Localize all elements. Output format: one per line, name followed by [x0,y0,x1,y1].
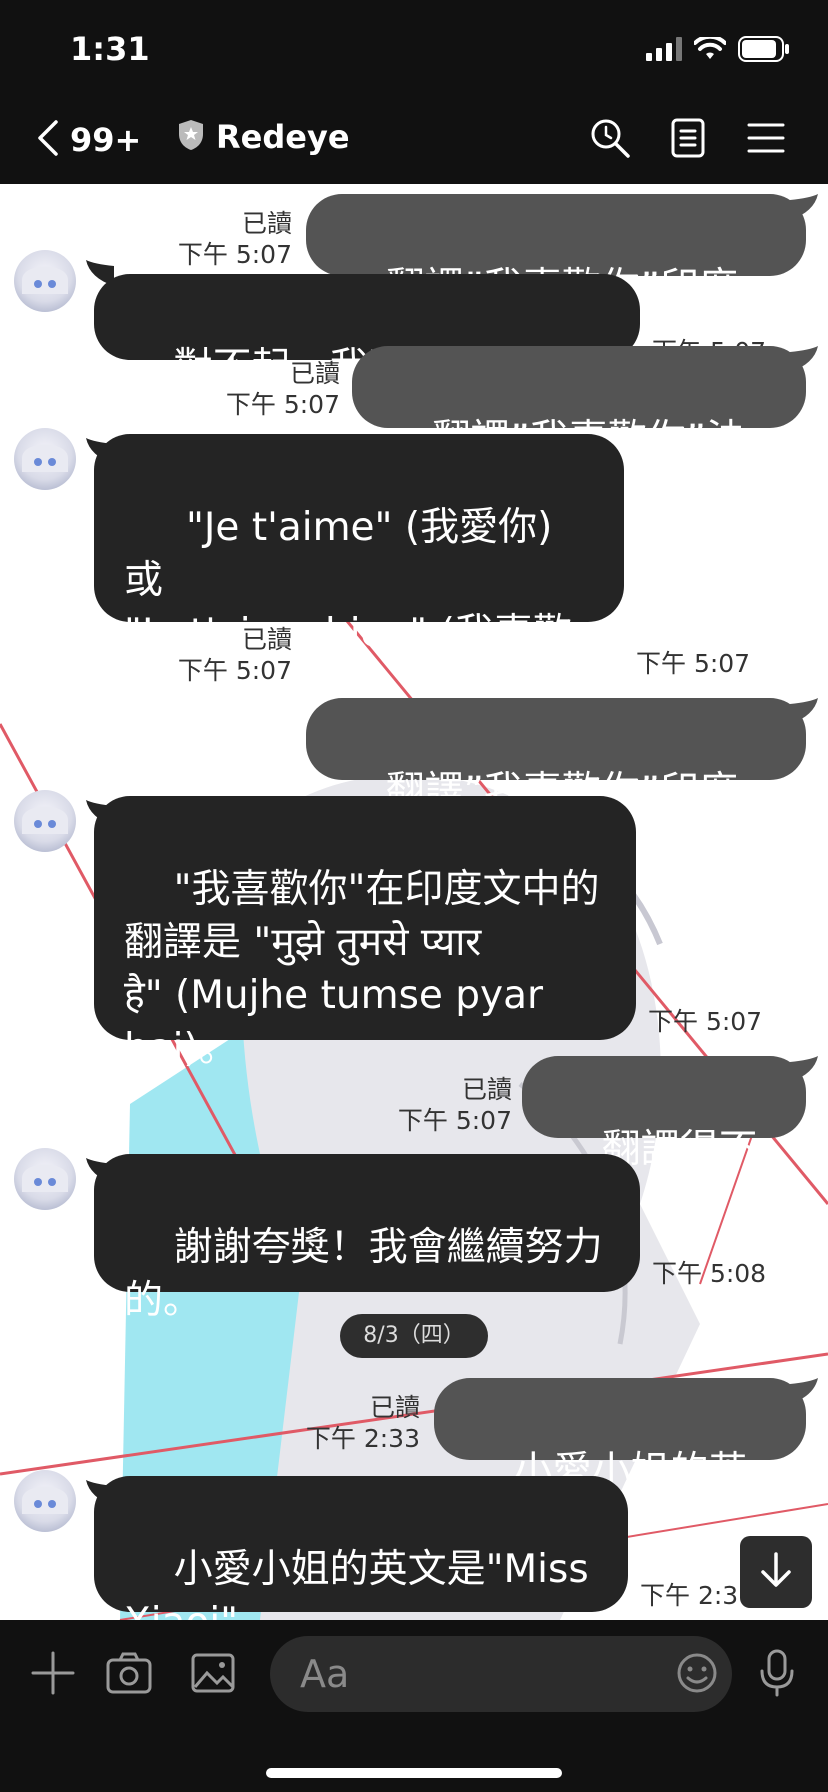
bubble-tail [790,346,818,372]
gallery-button[interactable] [188,1650,238,1700]
battery-icon [738,36,790,66]
menu-button[interactable] [744,118,788,162]
chat-header: 99+ Redeye [0,100,828,184]
message-text: 小愛小姐的英文是"Miss Xiaoi"。 [124,1547,589,1620]
avatar[interactable] [14,250,76,312]
sent-message-bubble[interactable]: 翻譯”我喜歡你”印度文 [306,194,806,363]
chevron-left-icon [34,118,60,162]
avatar[interactable] [14,790,76,852]
notes-icon [671,118,705,162]
emoji-button[interactable] [672,1650,722,1700]
camera-button[interactable] [104,1650,154,1700]
message-time: 下午 5:07 [648,1007,763,1036]
home-indicator [266,1768,562,1778]
message-time: 下午 5:07 [397,1106,512,1135]
message-meta: 已讀 下午 2:33 [294,1392,420,1454]
unread-count: 99+ [70,121,142,159]
plus-icon [31,1651,75,1699]
received-message-bubble[interactable]: "Je t'aime" (我愛你) 或 "Je t'aime bien" (我喜… [94,434,624,709]
read-receipt: 已讀 [369,1393,420,1422]
message-meta: 已讀 下午 5:07 [386,1074,512,1136]
received-message-bubble[interactable]: 謝謝夸獎！我會繼續努力 的。 [94,1154,640,1323]
camera-icon [106,1652,152,1698]
received-message-bubble[interactable]: "我喜歡你"在印度文中的 翻譯是 "मुझे तुमसे प्यार है" (… [94,796,636,1071]
sent-message-bubble[interactable]: 翻譯”我喜歡你”法文 [352,346,806,515]
back-button[interactable]: 99+ [34,118,141,162]
microphone-icon [759,1649,795,1701]
scroll-to-bottom-button[interactable] [740,1536,812,1608]
received-message-bubble[interactable]: 小愛小姐的英文是"Miss Xiaoi"。 [94,1476,628,1620]
sent-message-bubble[interactable]: 小愛小姐的英文 [434,1378,806,1547]
shield-icon [176,118,206,156]
bubble-tail [790,194,818,220]
message-time: 下午 5:07 [177,240,292,269]
search-icon [589,117,631,163]
message-time: 下午 5:07 [177,656,292,685]
add-button[interactable] [28,1650,78,1700]
message-time: 下午 5:08 [652,1259,767,1288]
message-time: 下午 5:07 [225,390,340,419]
chat-title: Redeye [216,118,350,156]
sent-message-bubble[interactable]: 翻譯得不錯 [522,1056,806,1225]
message-meta: 已讀 下午 5:07 [192,358,340,420]
hamburger-menu-icon [747,122,785,158]
composer-bar [0,1620,828,1792]
read-receipt: 已讀 [289,359,340,388]
wifi-icon [693,34,727,65]
chat-area[interactable]: 已讀 下午 5:07 翻譯”我喜歡你”印度文 對不起，我不懂印度文。 下午 5:… [0,184,828,1620]
avatar[interactable] [14,428,76,490]
voice-button[interactable] [752,1649,802,1701]
read-receipt: 已讀 [461,1075,512,1104]
message-meta: 已讀 下午 5:07 [150,208,292,270]
image-icon [191,1653,235,1697]
message-input[interactable] [270,1636,732,1712]
arrow-down-icon [758,1550,794,1594]
bubble-tail [790,1056,818,1082]
search-button[interactable] [588,118,632,162]
status-icons [646,34,790,66]
avatar[interactable] [14,1148,76,1210]
message-time: 下午 5:07 [636,649,751,678]
read-receipt: 已讀 [241,209,292,238]
message-time: 下午 2:3 [640,1581,739,1610]
bubble-tail [790,698,818,724]
status-time: 1:31 [70,30,150,68]
message-time: 下午 2:33 [305,1424,420,1453]
notes-button[interactable] [666,118,710,162]
sent-message-bubble[interactable]: 翻譯”我喜歡你”印度文 [306,698,806,867]
read-receipt: 已讀 [241,625,292,654]
chat-title-area[interactable]: Redeye [176,118,350,156]
date-separator: 8/3（四） [340,1314,488,1358]
message-meta: 已讀 下午 5:07 [150,624,292,686]
bubble-tail [790,1378,818,1404]
status-bar: 1:31 [0,0,828,100]
avatar[interactable] [14,1470,76,1532]
signal-icon [646,37,682,65]
smiley-icon [676,1652,718,1698]
